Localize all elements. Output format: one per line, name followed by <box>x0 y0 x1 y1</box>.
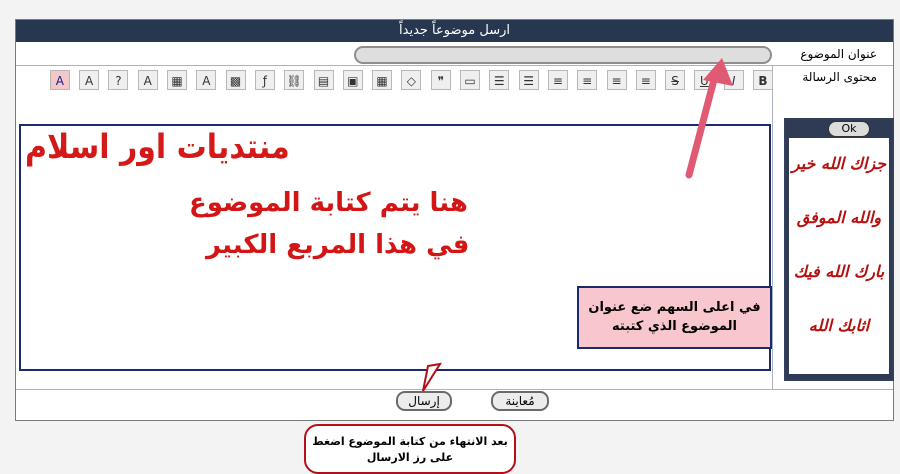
send-arrow <box>422 362 443 392</box>
pointer-arrows <box>422 58 733 392</box>
subject-arrow <box>685 58 733 179</box>
